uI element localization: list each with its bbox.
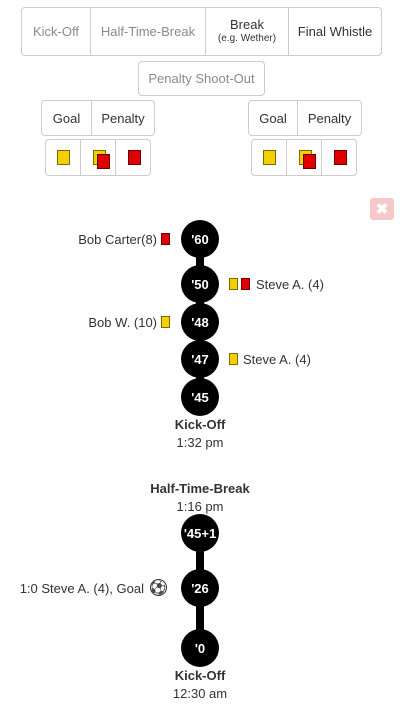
kickoff-button[interactable]: Kick-Off xyxy=(21,7,91,56)
left-goal-button[interactable]: Goal xyxy=(41,100,92,136)
event-player-name: Bob W. (10) xyxy=(88,315,157,330)
timeline-node-50: '50 xyxy=(181,265,219,303)
right-goal-button[interactable]: Goal xyxy=(248,100,298,136)
close-button[interactable]: ✖ xyxy=(370,198,394,220)
yellow-card-icon xyxy=(229,353,238,365)
second-yellow-red-overlay-icon xyxy=(303,154,316,169)
soccer-ball-icon: ⚽ xyxy=(150,579,167,596)
break-label: Break xyxy=(230,17,264,33)
timeline-end-label: Kick-Off xyxy=(174,417,226,432)
event-player-name: Steve A. (4) xyxy=(243,352,311,367)
right-penalty-button[interactable]: Penalty xyxy=(297,100,362,136)
timeline-end-time: 1:32 pm xyxy=(176,435,224,450)
yellow-card-icon xyxy=(229,278,238,290)
second-yellow-red-overlay-icon xyxy=(97,154,110,169)
event-player-name: Steve A. (4) xyxy=(256,277,324,292)
red-card-icon xyxy=(241,278,250,290)
goal-event-text: 1:0 Steve A. (4), Goal xyxy=(19,581,144,596)
timeline-node-48: '48 xyxy=(181,303,219,341)
final-whistle-button[interactable]: Final Whistle xyxy=(288,7,382,56)
yellow-card-icon xyxy=(57,150,70,165)
timeline-node-60: '60 xyxy=(181,220,219,258)
event-player-name: Bob Carter(8) xyxy=(78,232,157,247)
break-sublabel: (e.g. Wether) xyxy=(217,33,277,45)
left-penalty-button[interactable]: Penalty xyxy=(91,100,155,136)
timeline-node-26: '26 xyxy=(181,569,219,607)
timeline-node-0: '0 xyxy=(181,629,219,667)
red-card-icon xyxy=(161,233,170,245)
half-time-break-button[interactable]: Half-Time-Break xyxy=(90,7,206,56)
timeline-end-time: 12:30 am xyxy=(172,686,228,701)
yellow-card-icon xyxy=(263,150,276,165)
break-button[interactable]: Break (e.g. Wether) xyxy=(205,7,289,56)
red-card-icon xyxy=(128,150,141,165)
yellow-card-icon xyxy=(161,316,170,328)
timeline-node-45: '45 xyxy=(181,378,219,416)
red-card-icon xyxy=(334,150,347,165)
timeline-end-label: Kick-Off xyxy=(174,668,226,683)
timeline-node-47: '47 xyxy=(181,340,219,378)
timeline-node-45-plus-1: '45+1 xyxy=(181,514,219,552)
half-time-time: 1:16 pm xyxy=(176,499,224,514)
half-time-label: Half-Time-Break xyxy=(150,481,250,496)
penalty-shootout-button[interactable]: Penalty Shoot-Out xyxy=(138,61,265,96)
close-icon: ✖ xyxy=(375,201,389,218)
